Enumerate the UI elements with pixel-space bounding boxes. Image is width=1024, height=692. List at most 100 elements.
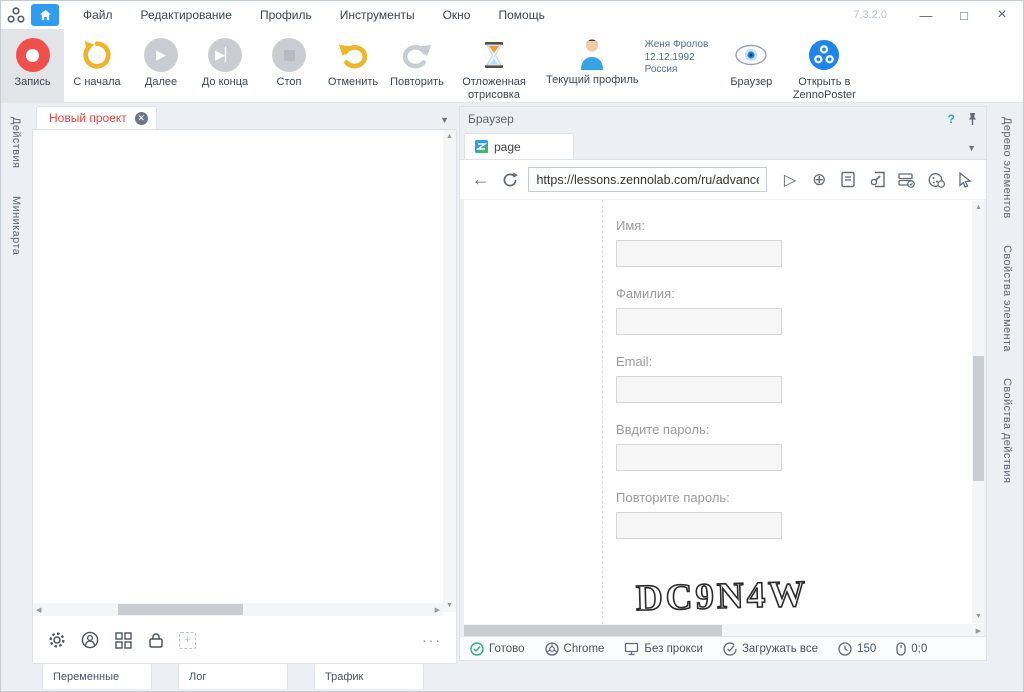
cookies-icon[interactable] bbox=[926, 168, 947, 192]
page-guide-line bbox=[602, 200, 603, 624]
zennoposter-icon bbox=[808, 37, 840, 73]
record-button[interactable]: Запись bbox=[1, 29, 64, 102]
status-proxy[interactable]: Без прокси bbox=[624, 642, 703, 656]
scrollbar-thumb[interactable] bbox=[118, 604, 243, 615]
page-source-icon[interactable] bbox=[838, 168, 859, 192]
minimize-button[interactable]: — bbox=[909, 4, 943, 26]
redo-icon bbox=[401, 37, 433, 73]
clock-icon bbox=[838, 642, 852, 656]
project-tab-title: Новый проект bbox=[49, 111, 127, 125]
menu-tools[interactable]: Инструменты bbox=[328, 4, 427, 26]
right-dock-strip: Дерево элементов Свойства элемента Свойс… bbox=[991, 105, 1023, 691]
redo-button[interactable]: Повторить bbox=[388, 29, 446, 102]
eye-icon bbox=[734, 37, 768, 73]
dock-tab-element-properties[interactable]: Свойства элемента bbox=[1001, 245, 1013, 352]
scrollbar-thumb[interactable] bbox=[973, 356, 984, 481]
surname-field[interactable] bbox=[616, 308, 782, 335]
password-field[interactable] bbox=[616, 444, 782, 471]
status-engine[interactable]: Chrome bbox=[545, 642, 605, 656]
page-tools-icon[interactable] bbox=[867, 168, 888, 192]
status-load-mode[interactable]: Загружать все bbox=[723, 642, 818, 656]
more-options-icon[interactable]: ··· bbox=[422, 632, 442, 648]
menu-profile[interactable]: Профиль bbox=[248, 4, 324, 26]
browser-page-tab[interactable]: page bbox=[464, 133, 574, 159]
stop-button[interactable]: Стоп bbox=[260, 29, 318, 102]
mouse-icon bbox=[896, 642, 906, 656]
deferred-render-button[interactable]: Отложенная отрисовка bbox=[452, 29, 536, 102]
registration-form: Имя: Фамилия: Email: Ввдите пароль: Повт… bbox=[616, 218, 816, 558]
step-next-button[interactable]: ▶ Далее bbox=[132, 29, 190, 102]
url-input[interactable] bbox=[528, 167, 767, 192]
scroll-up-icon[interactable]: ▲ bbox=[975, 204, 982, 211]
home-button[interactable] bbox=[31, 4, 59, 26]
tab-traffic[interactable]: Трафик bbox=[314, 663, 424, 689]
project-tabs-dropdown-icon[interactable]: ▼ bbox=[440, 115, 457, 129]
menu-help[interactable]: Помощь bbox=[486, 4, 556, 26]
close-button[interactable]: × bbox=[985, 4, 1019, 26]
scroll-left-icon[interactable]: ◀ bbox=[36, 606, 41, 614]
scroll-right-icon[interactable]: ▶ bbox=[435, 606, 440, 614]
grid-view-icon[interactable] bbox=[113, 630, 133, 650]
dock-tab-action-properties[interactable]: Свойства действия bbox=[1001, 378, 1013, 483]
dock-tab-actions[interactable]: Действия bbox=[10, 117, 22, 168]
dock-tab-element-tree[interactable]: Дерево элементов bbox=[1001, 117, 1013, 219]
field-label-name: Имя: bbox=[616, 218, 816, 233]
help-icon[interactable]: ? bbox=[948, 112, 955, 126]
menu-window[interactable]: Окно bbox=[431, 4, 483, 26]
dock-tab-minimap[interactable]: Миникарта bbox=[10, 196, 22, 255]
canvas-horizontal-scrollbar[interactable]: ◀ ▶ bbox=[33, 603, 443, 616]
page-favicon bbox=[475, 140, 488, 153]
field-label-email: Email: bbox=[616, 354, 816, 369]
new-tab-icon[interactable]: ⊕ bbox=[809, 168, 830, 192]
browser-vertical-scrollbar[interactable]: ▲ ▼ bbox=[972, 201, 985, 623]
toolbar: Запись С начала ▶ Далее ▶▏ До конца Стоп bbox=[1, 29, 1024, 103]
back-icon[interactable]: ← bbox=[470, 168, 491, 192]
cache-server-icon[interactable] bbox=[896, 168, 917, 192]
name-field[interactable] bbox=[616, 240, 782, 267]
menu-file[interactable]: Файл bbox=[71, 4, 125, 26]
project-canvas[interactable] bbox=[32, 129, 457, 636]
project-tab[interactable]: Новый проект ✕ bbox=[36, 106, 157, 129]
profile-info: Женя Фролов 12.12.1992 Россия bbox=[645, 35, 709, 77]
browser-panel-title: Браузер bbox=[468, 112, 514, 126]
scroll-down-icon[interactable]: ▼ bbox=[443, 602, 456, 609]
scroll-right-icon[interactable]: ▶ bbox=[976, 627, 981, 635]
scrollbar-thumb[interactable] bbox=[464, 625, 722, 636]
settings-gear-icon[interactable] bbox=[47, 630, 67, 650]
check-circle-icon bbox=[470, 642, 484, 656]
browser-tabs-dropdown-icon[interactable]: ▼ bbox=[967, 143, 976, 153]
refresh-icon[interactable] bbox=[499, 168, 520, 192]
check-badge-icon bbox=[723, 642, 737, 656]
undo-button[interactable]: Отменить bbox=[324, 29, 382, 102]
browser-toggle-button[interactable]: Браузер bbox=[722, 29, 780, 102]
current-profile-button[interactable]: Текущий профиль Женя Фролов 12.12.1992 Р… bbox=[546, 29, 708, 102]
scroll-up-icon[interactable]: ▲ bbox=[443, 133, 456, 140]
browser-nav-bar: ← ▷ ⊕ bbox=[460, 159, 986, 199]
canvas-vertical-scrollbar[interactable]: ▲ ▼ bbox=[443, 130, 456, 612]
open-in-zennoposter-button[interactable]: Открыть в ZennoPoster bbox=[788, 29, 860, 102]
lock-icon[interactable] bbox=[146, 630, 166, 650]
select-element-cursor-icon[interactable] bbox=[955, 168, 976, 192]
field-label-repeat-password: Повторите пароль: bbox=[616, 490, 816, 505]
main-menu: Файл Редактирование Профиль Инструменты … bbox=[71, 4, 557, 26]
undo-icon bbox=[337, 37, 369, 73]
add-action-icon[interactable]: + bbox=[179, 632, 196, 649]
zennolab-logo-icon bbox=[1, 6, 31, 24]
scroll-down-icon[interactable]: ▼ bbox=[975, 613, 982, 620]
run-to-end-button[interactable]: ▶▏ До конца bbox=[196, 29, 254, 102]
profile-person-icon[interactable] bbox=[80, 630, 100, 650]
bottom-tab-strip: Переменные Лог Трафик bbox=[32, 663, 424, 689]
maximize-button[interactable]: □ bbox=[947, 4, 981, 26]
restart-button[interactable]: С начала bbox=[68, 29, 126, 102]
menu-edit[interactable]: Редактирование bbox=[129, 4, 244, 26]
repeat-password-field[interactable] bbox=[616, 512, 782, 539]
app-version: 7.3.2.0 bbox=[853, 9, 887, 21]
tab-log[interactable]: Лог bbox=[178, 663, 288, 689]
email-field[interactable] bbox=[616, 376, 782, 403]
go-play-icon[interactable]: ▷ bbox=[779, 168, 800, 192]
captcha-image: DC9N4W bbox=[635, 573, 808, 620]
tab-variables[interactable]: Переменные bbox=[42, 663, 152, 689]
project-tab-close-icon[interactable]: ✕ bbox=[135, 112, 148, 125]
pin-icon[interactable] bbox=[967, 112, 978, 126]
status-timeout[interactable]: 150 bbox=[838, 642, 876, 656]
